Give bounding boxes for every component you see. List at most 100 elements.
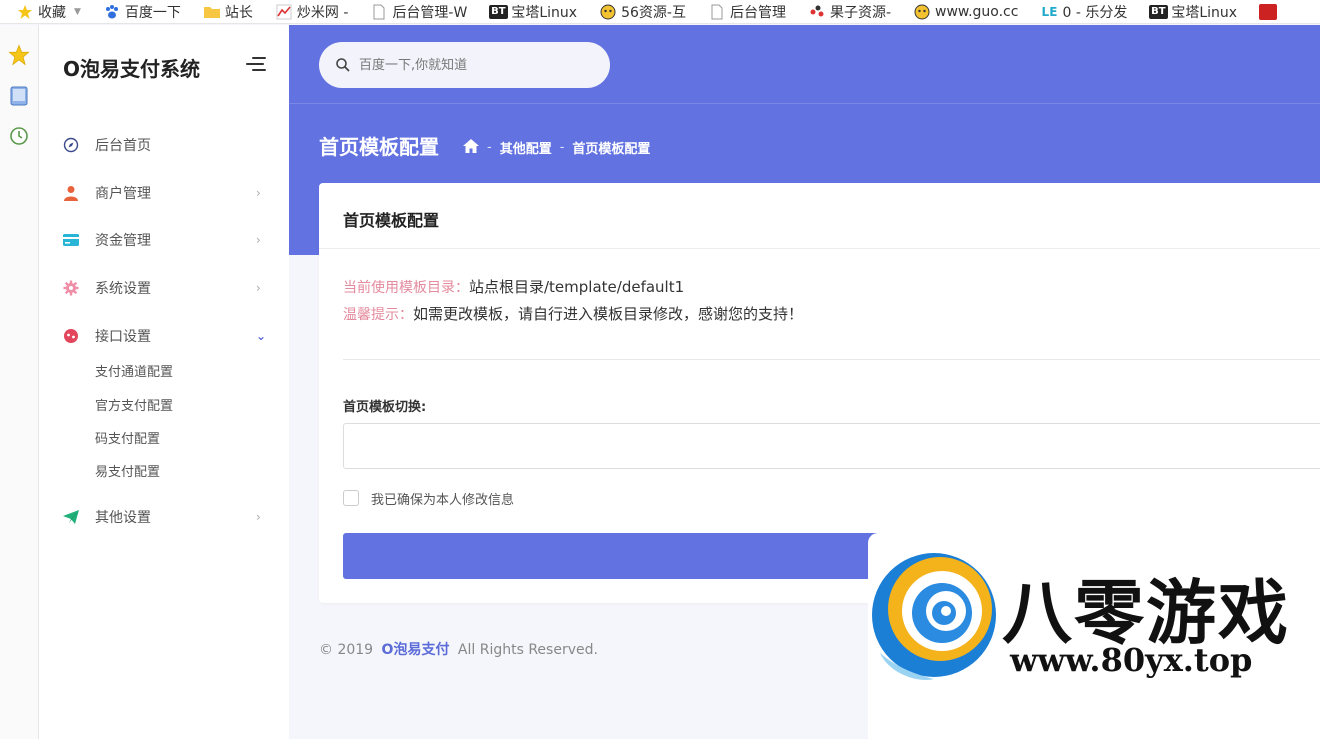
bookmarks-bar: 收藏 ▼ 百度一下 站长 炒米网 - 后台管理-W BT 宝塔Linux 56资… — [0, 0, 1320, 24]
tablet-icon[interactable] — [8, 85, 30, 107]
compass-icon — [63, 137, 79, 153]
menu-toggle-button[interactable] — [246, 57, 266, 73]
bookmark-baidu[interactable]: 百度一下 — [103, 2, 181, 22]
confirm-checkbox[interactable] — [343, 490, 359, 506]
menu-bar — [246, 63, 264, 65]
bookmark-favorites[interactable]: 收藏 ▼ — [16, 2, 81, 22]
bookmark-label: www.guo.cc — [935, 3, 1019, 20]
bookmark-label: 56资源-互 — [621, 4, 686, 21]
brand-title: O泡易支付系统 — [63, 57, 201, 81]
bookmark-chaomi[interactable]: 炒米网 - — [275, 2, 348, 22]
bookmark-label: 后台管理 — [729, 4, 786, 21]
sidebar-item-funds[interactable]: 资金管理 › — [39, 220, 289, 260]
tip-line: 温馨提示：如需更改模板，请自行进入模板目录修改，感谢您的支持！ — [343, 303, 803, 324]
sidebar-item-label: 其他设置 — [95, 510, 151, 526]
page-title: 首页模板配置 — [319, 135, 439, 159]
bookmark-bt-linux[interactable]: BT 宝塔Linux — [489, 2, 577, 22]
card-icon — [63, 232, 79, 248]
home-icon[interactable] — [463, 138, 479, 157]
watermark: 八零游戏 www.80yx.top — [868, 533, 1320, 739]
page-icon — [708, 4, 726, 20]
bookmark-label: 收藏 — [38, 4, 66, 21]
swirl-logo-icon — [872, 553, 996, 680]
current-template-key: 当前使用模板目录： — [343, 280, 469, 296]
sidebar-item-label: 资金管理 — [95, 233, 151, 249]
app-sidebar: O泡易支付系统 后台首页 商户管理 › 资金管理 › 系统设置 › 接口设置 ⌄… — [39, 25, 289, 739]
chart-icon — [275, 4, 293, 20]
header-divider — [289, 103, 1320, 104]
breadcrumb-item-current: 首页模板配置 — [572, 142, 651, 157]
bookmark-guo[interactable]: www.guo.cc — [913, 4, 1018, 20]
star-icon — [16, 4, 34, 20]
bookmark-56[interactable]: 56资源-互 — [599, 2, 686, 22]
interface-icon — [63, 328, 79, 344]
bookmark-label: 后台管理-W — [392, 4, 468, 21]
bookmark-overflow[interactable] — [1259, 3, 1281, 20]
tip-key: 温馨提示： — [343, 307, 413, 323]
bookmark-lefenfa[interactable]: LE 0 - 乐分发 — [1040, 2, 1128, 22]
sidebar-item-interface[interactable]: 接口设置 ⌄ — [39, 316, 289, 356]
chevron-down-icon[interactable]: ▼ — [74, 7, 81, 17]
subitem-official-payment[interactable]: 官方支付配置 — [95, 397, 173, 417]
browser-side-panel — [0, 25, 39, 739]
breadcrumb-separator: - — [559, 140, 565, 155]
current-template-line: 当前使用模板目录：站点根目录/template/default1 — [343, 276, 684, 297]
confirm-checkbox-label[interactable]: 我已确保为本人修改信息 — [371, 489, 514, 508]
bookmark-admin[interactable]: 后台管理 — [708, 2, 786, 22]
card-divider — [319, 248, 1320, 249]
sidebar-item-label: 接口设置 — [95, 329, 151, 345]
bookmark-zhanzhang[interactable]: 站长 — [203, 2, 253, 22]
le-icon: LE — [1041, 4, 1058, 19]
card-title: 首页模板配置 — [343, 211, 440, 230]
bookmark-admin-w[interactable]: 后台管理-W — [370, 2, 467, 22]
bookmark-label: 宝塔Linux — [1171, 4, 1238, 21]
chevron-right-icon: › — [256, 510, 261, 524]
favorites-star-icon[interactable] — [8, 44, 30, 66]
history-clock-icon[interactable] — [8, 125, 30, 147]
search-input[interactable] — [359, 54, 599, 76]
red-badge-icon — [1259, 3, 1278, 20]
chevron-down-icon: ⌄ — [256, 329, 267, 343]
footer: © 2019 O泡易支付 All Rights Reserved. — [319, 639, 598, 659]
subitem-payment-channel[interactable]: 支付通道配置 — [95, 363, 173, 383]
baidu-paw-icon — [103, 4, 121, 20]
watermark-url-text: www.80yx.top — [1010, 641, 1253, 679]
face-icon — [913, 4, 931, 20]
tip-value: 如需更改模板，请自行进入模板目录修改，感谢您的支持！ — [413, 305, 804, 323]
folder-icon — [203, 4, 221, 20]
bookmark-label: 百度一下 — [124, 4, 181, 21]
sidebar-item-label: 后台首页 — [95, 138, 151, 154]
bookmark-label: 宝塔Linux — [511, 4, 578, 21]
page-icon — [370, 4, 388, 20]
template-switch-select[interactable] — [343, 423, 1320, 469]
subitem-epay[interactable]: 易支付配置 — [95, 463, 160, 483]
template-switch-label: 首页模板切换: — [343, 400, 427, 415]
breadcrumb-separator: - — [487, 140, 492, 155]
search-icon[interactable] — [335, 57, 351, 73]
bookmark-guozi[interactable]: 果子资源- — [808, 2, 891, 22]
sidebar-item-label: 商户管理 — [95, 186, 151, 202]
chevron-right-icon: › — [256, 281, 261, 295]
sidebar-item-label: 系统设置 — [95, 281, 151, 297]
sidebar-item-other[interactable]: 其他设置 › — [39, 497, 289, 537]
menu-bar — [252, 57, 266, 59]
current-template-value: 站点根目录/template/default1 — [469, 278, 685, 296]
gear-icon — [63, 280, 79, 296]
bookmark-label: 站长 — [224, 4, 253, 21]
bookmark-bt-linux-2[interactable]: BT 宝塔Linux — [1149, 2, 1237, 22]
search-box — [319, 42, 610, 88]
sidebar-item-system[interactable]: 系统设置 › — [39, 268, 289, 308]
menu-bar — [252, 69, 266, 71]
footer-copyright: © 2019 — [319, 642, 374, 658]
breadcrumb-item[interactable]: 其他配置 — [500, 138, 552, 157]
form-divider — [343, 359, 1320, 360]
chevron-right-icon: › — [256, 233, 261, 247]
user-icon — [63, 185, 79, 201]
chevron-right-icon: › — [256, 186, 261, 200]
footer-rights: All Rights Reserved. — [457, 642, 598, 658]
footer-brand-link[interactable]: O泡易支付 — [382, 642, 450, 658]
subitem-code-payment[interactable]: 码支付配置 — [95, 430, 160, 450]
sidebar-item-dashboard[interactable]: 后台首页 — [39, 125, 289, 165]
sidebar-item-merchants[interactable]: 商户管理 › — [39, 173, 289, 213]
bt-icon: BT — [1149, 4, 1168, 19]
